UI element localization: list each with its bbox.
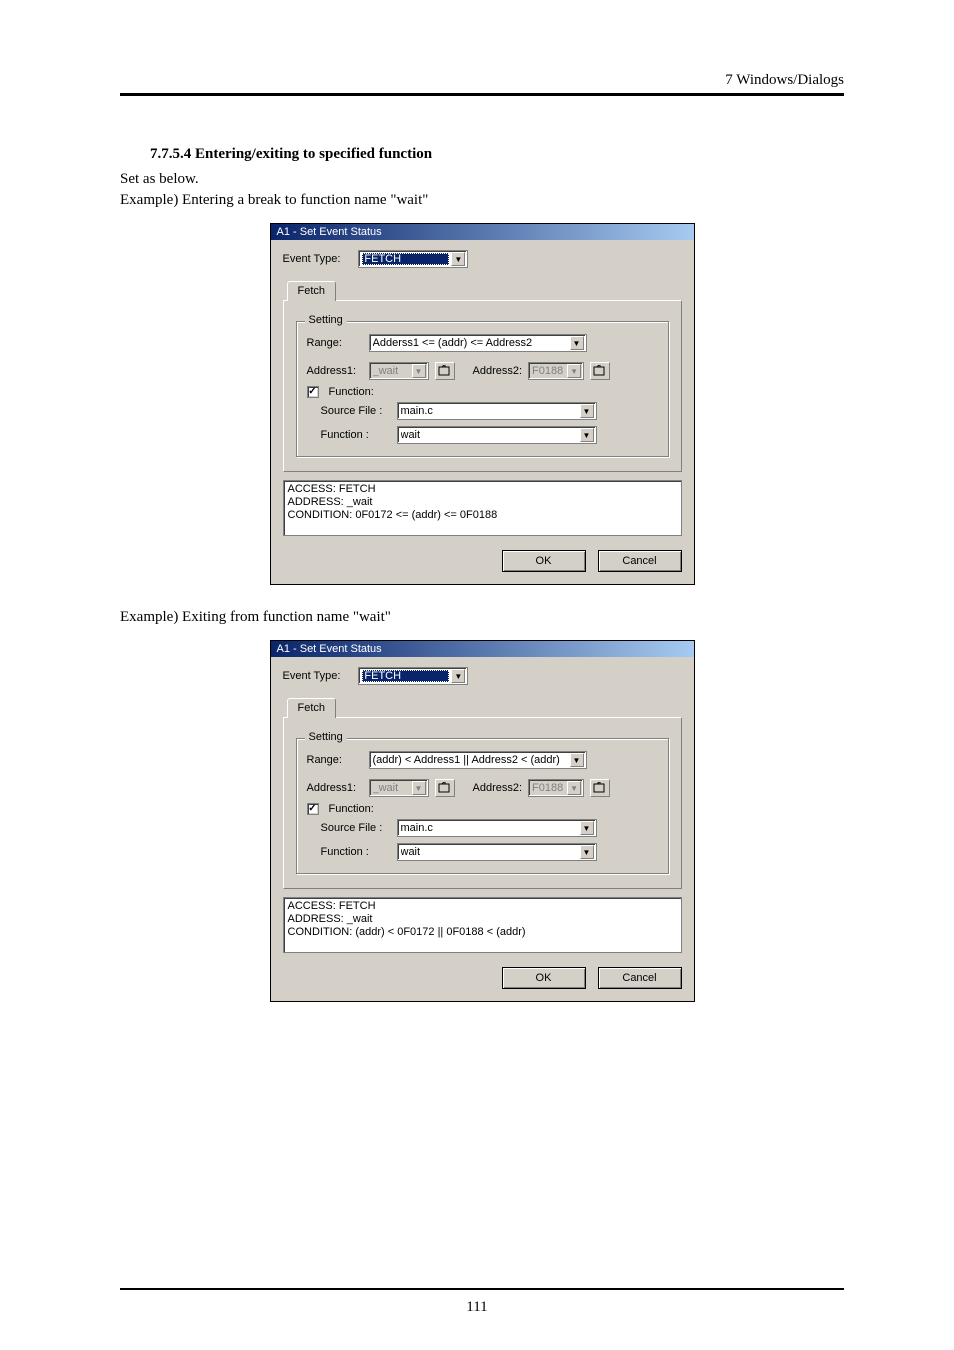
address2-combo: F0188 ▼ bbox=[528, 779, 584, 797]
chevron-down-icon: ▼ bbox=[567, 781, 581, 795]
event-type-value: FETCH bbox=[362, 253, 449, 265]
event-type-value: FETCH bbox=[362, 670, 449, 682]
browse-icon bbox=[438, 782, 452, 794]
address2-value: F0188 bbox=[532, 365, 567, 377]
function-value: wait bbox=[401, 429, 580, 441]
header-rule bbox=[120, 93, 844, 96]
fetch-tab-panel: Setting Range: Adderss1 <= (addr) <= Add… bbox=[283, 300, 682, 472]
event-type-label: Event Type: bbox=[283, 253, 341, 265]
status-textarea: ACCESS: FETCH ADDRESS: _wait CONDITION: … bbox=[283, 897, 682, 953]
range-value: (addr) < Address1 || Address2 < (addr) bbox=[373, 754, 570, 766]
sourcefile-combo[interactable]: main.c ▼ bbox=[397, 402, 597, 420]
range-combo[interactable]: (addr) < Address1 || Address2 < (addr) ▼ bbox=[369, 751, 587, 769]
setting-groupbox: Setting Range: Adderss1 <= (addr) <= Add… bbox=[296, 321, 669, 457]
example2-caption: Example) Exiting from function name "wai… bbox=[120, 609, 844, 626]
event-type-combo[interactable]: FETCH ▼ bbox=[358, 667, 468, 685]
address2-value: F0188 bbox=[532, 782, 567, 794]
set-event-status-dialog-exit: A1 - Set Event Status Event Type: FETCH … bbox=[270, 640, 695, 1002]
ok-button[interactable]: OK bbox=[502, 967, 586, 989]
sourcefile-label: Source File : bbox=[321, 822, 391, 834]
ok-button[interactable]: OK bbox=[502, 550, 586, 572]
address2-browse-button[interactable] bbox=[590, 779, 610, 797]
range-label: Range: bbox=[307, 754, 363, 766]
chevron-down-icon: ▼ bbox=[580, 821, 594, 835]
function-label: Function : bbox=[321, 429, 391, 441]
address1-combo: _wait ▼ bbox=[369, 362, 429, 380]
chevron-down-icon: ▼ bbox=[451, 669, 465, 683]
function-combo[interactable]: wait ▼ bbox=[397, 843, 597, 861]
address1-value: _wait bbox=[373, 365, 412, 377]
range-value: Adderss1 <= (addr) <= Address2 bbox=[373, 337, 570, 349]
function-checkbox[interactable] bbox=[307, 803, 319, 815]
chevron-down-icon: ▼ bbox=[580, 428, 594, 442]
function-label: Function : bbox=[321, 846, 391, 858]
chevron-down-icon: ▼ bbox=[567, 364, 581, 378]
example1-caption: Example) Entering a break to function na… bbox=[120, 192, 844, 209]
chevron-down-icon: ▼ bbox=[412, 364, 426, 378]
address2-browse-button[interactable] bbox=[590, 362, 610, 380]
address1-label: Address1: bbox=[307, 365, 363, 377]
section-heading: 7.7.5.4 Entering/exiting to specified fu… bbox=[150, 146, 844, 163]
function-checkbox-label: Function: bbox=[329, 803, 374, 815]
sourcefile-value: main.c bbox=[401, 405, 580, 417]
function-value: wait bbox=[401, 846, 580, 858]
sourcefile-label: Source File : bbox=[321, 405, 391, 417]
page-number: 111 bbox=[0, 1299, 954, 1316]
fetch-tab-panel: Setting Range: (addr) < Address1 || Addr… bbox=[283, 717, 682, 889]
browse-icon bbox=[593, 365, 607, 377]
setting-legend: Setting bbox=[305, 314, 347, 326]
setting-groupbox: Setting Range: (addr) < Address1 || Addr… bbox=[296, 738, 669, 874]
address1-label: Address1: bbox=[307, 782, 363, 794]
chevron-down-icon: ▼ bbox=[580, 404, 594, 418]
chevron-down-icon: ▼ bbox=[412, 781, 426, 795]
set-event-status-dialog-enter: A1 - Set Event Status Event Type: FETCH … bbox=[270, 223, 695, 585]
status-textarea: ACCESS: FETCH ADDRESS: _wait CONDITION: … bbox=[283, 480, 682, 536]
chevron-down-icon: ▼ bbox=[570, 753, 584, 767]
browse-icon bbox=[593, 782, 607, 794]
footer-rule bbox=[120, 1288, 844, 1290]
sourcefile-combo[interactable]: main.c ▼ bbox=[397, 819, 597, 837]
chevron-down-icon: ▼ bbox=[570, 336, 584, 350]
event-type-combo[interactable]: FETCH ▼ bbox=[358, 250, 468, 268]
page-header-chapter: 7 Windows/Dialogs bbox=[120, 72, 844, 93]
event-type-label: Event Type: bbox=[283, 670, 341, 682]
address1-value: _wait bbox=[373, 782, 412, 794]
function-checkbox[interactable] bbox=[307, 386, 319, 398]
function-checkbox-label: Function: bbox=[329, 386, 374, 398]
function-combo[interactable]: wait ▼ bbox=[397, 426, 597, 444]
sourcefile-value: main.c bbox=[401, 822, 580, 834]
tab-fetch[interactable]: Fetch bbox=[287, 281, 337, 301]
cancel-button[interactable]: Cancel bbox=[598, 550, 682, 572]
range-label: Range: bbox=[307, 337, 363, 349]
dialog-titlebar: A1 - Set Event Status bbox=[271, 224, 694, 240]
chevron-down-icon: ▼ bbox=[580, 845, 594, 859]
address1-browse-button[interactable] bbox=[435, 779, 455, 797]
browse-icon bbox=[438, 365, 452, 377]
setting-legend: Setting bbox=[305, 731, 347, 743]
chevron-down-icon: ▼ bbox=[451, 252, 465, 266]
address1-browse-button[interactable] bbox=[435, 362, 455, 380]
dialog-titlebar: A1 - Set Event Status bbox=[271, 641, 694, 657]
section-intro: Set as below. bbox=[120, 171, 844, 188]
cancel-button[interactable]: Cancel bbox=[598, 967, 682, 989]
range-combo[interactable]: Adderss1 <= (addr) <= Address2 ▼ bbox=[369, 334, 587, 352]
address2-label: Address2: bbox=[473, 365, 523, 377]
address1-combo: _wait ▼ bbox=[369, 779, 429, 797]
address2-label: Address2: bbox=[473, 782, 523, 794]
tab-fetch[interactable]: Fetch bbox=[287, 698, 337, 718]
address2-combo: F0188 ▼ bbox=[528, 362, 584, 380]
